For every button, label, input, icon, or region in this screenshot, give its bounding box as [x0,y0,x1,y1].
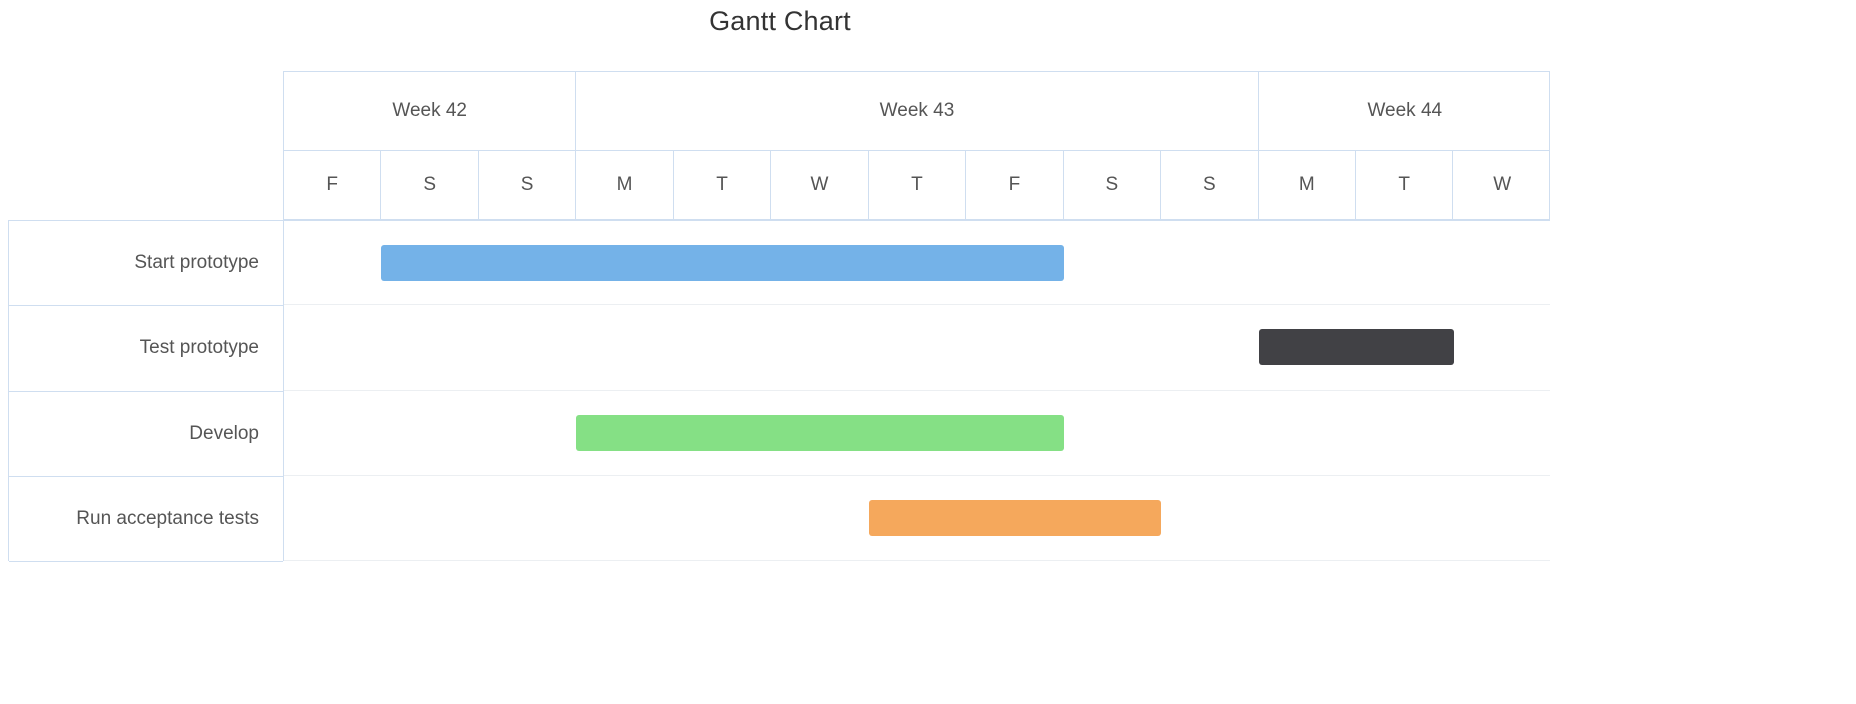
task-rows [283,220,1550,561]
task-label-column: Start prototype Test prototype Develop Run … [8,220,283,562]
week-header-cell: Week 43 [576,72,1259,150]
page-title: Gantt Chart [709,6,851,36]
task-label-row[interactable]: Start prototype [9,221,283,307]
timeline-column: Week 42 Week 43 Week 44 FSSMTWTFSSMTW [283,71,1550,561]
gantt-grid: Start prototype Test prototype Develop Run … [8,71,1550,562]
day-header-cell: T [674,151,772,219]
gantt-bar[interactable] [576,414,1064,451]
gantt-bar[interactable] [1258,329,1454,366]
task-label-text: Test prototype [139,337,259,359]
task-row [284,220,1550,306]
task-row [284,305,1550,391]
gantt-bar[interactable] [381,245,1064,281]
day-header-cell: S [381,151,479,219]
day-header-cell: W [771,151,869,219]
week-header-cell: Week 44 [1367,100,1443,121]
day-header-cell: S [1161,151,1259,219]
gantt-bar[interactable] [868,499,1162,536]
week-header-cell: Week 42 [284,72,577,150]
task-row [284,476,1550,561]
task-label-row[interactable]: Develop [9,392,283,477]
day-header-cell: S [1064,151,1162,219]
task-label-row[interactable]: Run acceptance tests [9,477,283,562]
task-row [284,391,1550,476]
task-label-text: Start prototype [134,252,259,274]
day-header-cell: T [869,151,967,219]
day-header-cell: F [284,151,382,219]
week-header-row: Week 42 Week 43 Week 44 [283,71,1550,150]
day-header-cell: M [1259,151,1356,219]
day-header-cell: F [966,151,1064,219]
task-label-row[interactable]: Test prototype [9,306,283,392]
day-header-cell: S [479,151,577,219]
day-header-cell: W [1493,174,1512,195]
task-label-text: Develop [189,422,259,444]
gantt-chart: Gantt Chart Start prototype Test prototyp… [0,0,1856,704]
day-header-row: FSSMTWTFSSMTW [283,150,1550,220]
day-header-cell: M [576,151,674,219]
task-label-text: Run acceptance tests [76,507,259,529]
day-header-cell: T [1356,151,1454,219]
